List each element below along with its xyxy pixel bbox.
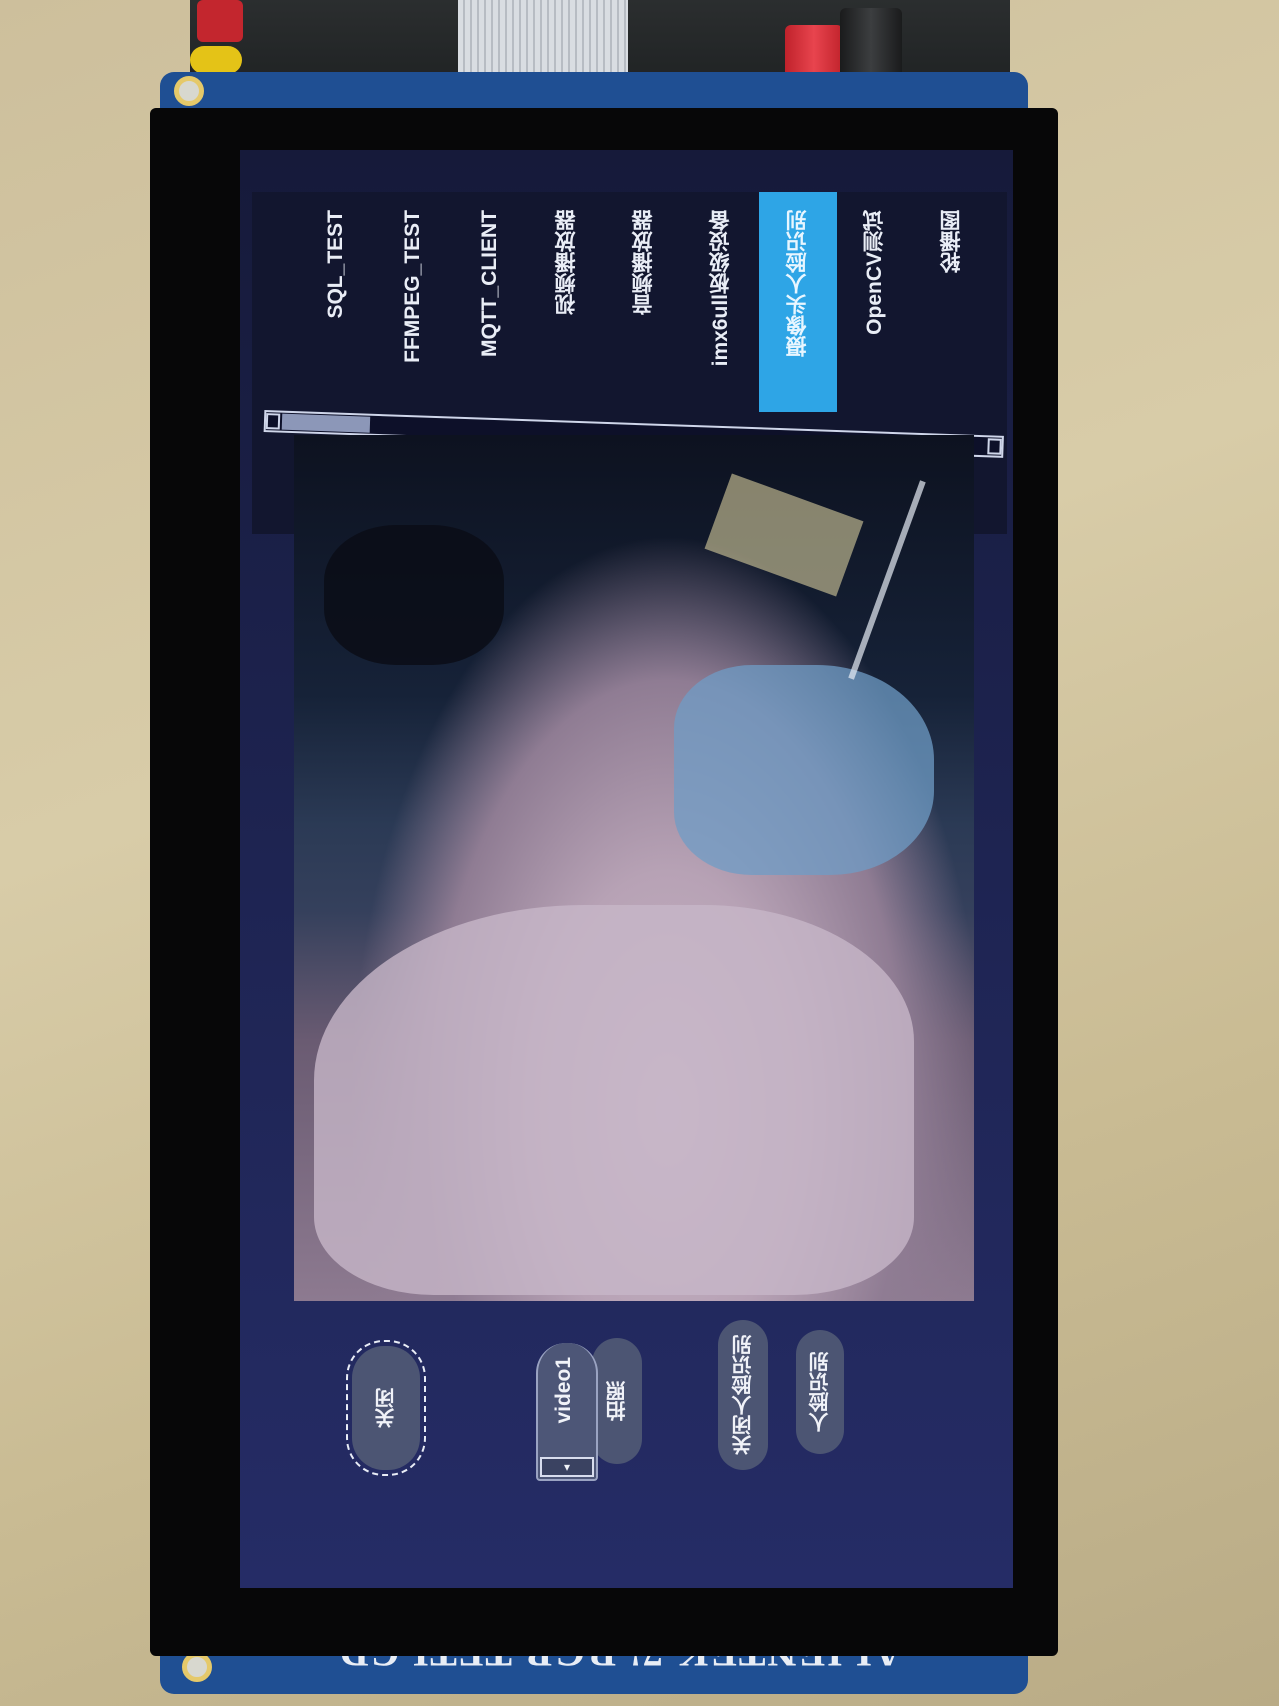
camera-frame-content [324,525,504,665]
camera-preview [294,435,974,1301]
tab-label: OpenCV测试 [863,210,886,335]
tab-camera-face-recognition[interactable]: 摄像头人脸识别 [759,192,837,412]
camera-device-value: video1 [552,1357,575,1424]
scroll-right-icon[interactable] [987,438,1002,455]
tab-ffmpeg-test[interactable]: FFMPEG_TEST [374,192,452,412]
camera-frame-content [314,905,914,1295]
tab-audio-player[interactable]: 音频播放器 [605,192,683,412]
tab-board-devices[interactable]: imx6ull板级设备 [682,192,760,412]
close-face-recognition-button[interactable]: 关闭人脸识别 [718,1320,768,1470]
tab-video-player[interactable]: 视频播放器 [528,192,606,412]
led-hardware [190,46,242,74]
take-photo-button[interactable]: 拍照 [592,1338,642,1464]
tab-label: FFMPEG_TEST [401,210,424,363]
tab-label: 视频播放器 [555,210,578,315]
chevron-down-icon[interactable]: ▾ [540,1457,594,1477]
tab-label: imx6ull板级设备 [709,210,732,367]
tab-label: 音频播放器 [632,210,655,315]
scroll-left-icon[interactable] [265,413,281,430]
tab-opencv[interactable]: OpenCV测试 [836,192,914,412]
tab-mqtt-client[interactable]: MQTT_CLIENT [451,192,529,412]
close-button[interactable]: 关闭 [346,1340,426,1476]
camera-frame-content [848,480,926,680]
scrollbar-handle[interactable] [281,413,371,433]
take-photo-label: 拍照 [606,1381,629,1421]
lcd-display: 轮播图 OpenCV测试 摄像头人脸识别 imx6ull板级设备 音频播放器 视… [240,150,1013,1588]
tab-label: 轮播图 [940,210,963,273]
tab-label: 摄像头人脸识别 [786,210,809,357]
close-face-recognition-label: 关闭人脸识别 [732,1335,755,1455]
reset-button-hardware [197,0,243,42]
face-recognition-label: 人脸识别 [809,1352,832,1432]
tab-sql-test[interactable]: SQL_TEST [297,192,375,412]
close-label: 关闭 [375,1388,398,1428]
camera-device-select[interactable]: video1 ▾ [536,1343,598,1481]
face-recognition-button[interactable]: 人脸识别 [796,1330,844,1454]
mounting-hole [174,76,204,106]
tab-label: MQTT_CLIENT [478,210,501,357]
camera-frame-content [704,473,864,597]
mounting-hole [182,1652,212,1682]
camera-frame-content [674,665,934,875]
tab-label: SQL_TEST [324,210,347,319]
tab-carousel[interactable]: 轮播图 [913,192,991,412]
